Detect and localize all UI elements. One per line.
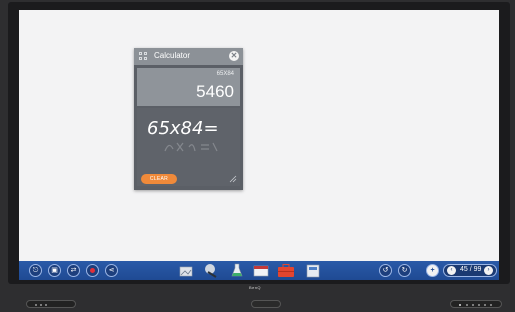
previous-page-icon[interactable]: ‹ (447, 266, 456, 275)
record-icon[interactable] (86, 264, 99, 277)
handwriting-pad[interactable]: 65x84= CLEAR (137, 108, 240, 186)
drag-handle-icon[interactable] (139, 52, 148, 61)
flask-tool-icon[interactable] (231, 263, 243, 278)
calculator-title: Calculator (154, 51, 191, 60)
page-navigator: ‹ 45 / 99 › (443, 264, 497, 277)
expression-readout: 65X84 (216, 71, 234, 77)
toolbox-icon[interactable] (277, 263, 295, 278)
close-icon[interactable]: ✕ (229, 51, 239, 61)
clear-button[interactable]: CLEAR (141, 174, 177, 184)
switch-icon[interactable]: ⇄ (67, 264, 80, 277)
calculator-display: 65X84 5460 (137, 68, 240, 106)
next-page-icon[interactable]: › (484, 266, 493, 275)
file-tool-icon[interactable] (305, 263, 321, 278)
pen-tool-icon[interactable] (203, 263, 219, 278)
display-monitor: Calculator ✕ 65X84 5460 65x84= CLEAR ⎋ ▣… (0, 0, 515, 312)
whiteboard-screen[interactable]: Calculator ✕ 65X84 5460 65x84= CLEAR ⎋ ▣… (19, 10, 499, 280)
brand-logo: BenQ (249, 285, 261, 290)
save-icon[interactable]: ▣ (48, 264, 61, 277)
add-page-button[interactable]: + (426, 264, 439, 277)
calculator-widget[interactable]: Calculator ✕ 65X84 5460 65x84= CLEAR (134, 48, 243, 190)
power-button[interactable] (251, 300, 281, 308)
exit-icon[interactable]: ⎋ (29, 264, 42, 277)
redo-icon[interactable]: ↻ (398, 264, 411, 277)
calculator-header[interactable]: Calculator ✕ (134, 48, 243, 65)
bottom-toolbar: ⎋ ▣ ⇄ ⋖ ↺ ↻ + ‹ 45 / 99 › (19, 261, 499, 280)
result-readout: 5460 (196, 82, 234, 101)
undo-icon[interactable]: ↺ (379, 264, 392, 277)
image-tool-icon[interactable] (179, 263, 193, 278)
previous-stroke-ghost (164, 142, 218, 152)
document-tool-icon[interactable] (253, 263, 269, 278)
share-icon[interactable]: ⋖ (105, 264, 118, 277)
svg-text:65x84=: 65x84= (147, 118, 219, 139)
front-ports-left (26, 300, 76, 308)
front-ports-right (450, 300, 502, 308)
page-indicator: 45 / 99 (460, 266, 482, 273)
resize-grip-icon[interactable] (229, 175, 237, 183)
handwritten-expression: 65x84= (147, 118, 219, 139)
